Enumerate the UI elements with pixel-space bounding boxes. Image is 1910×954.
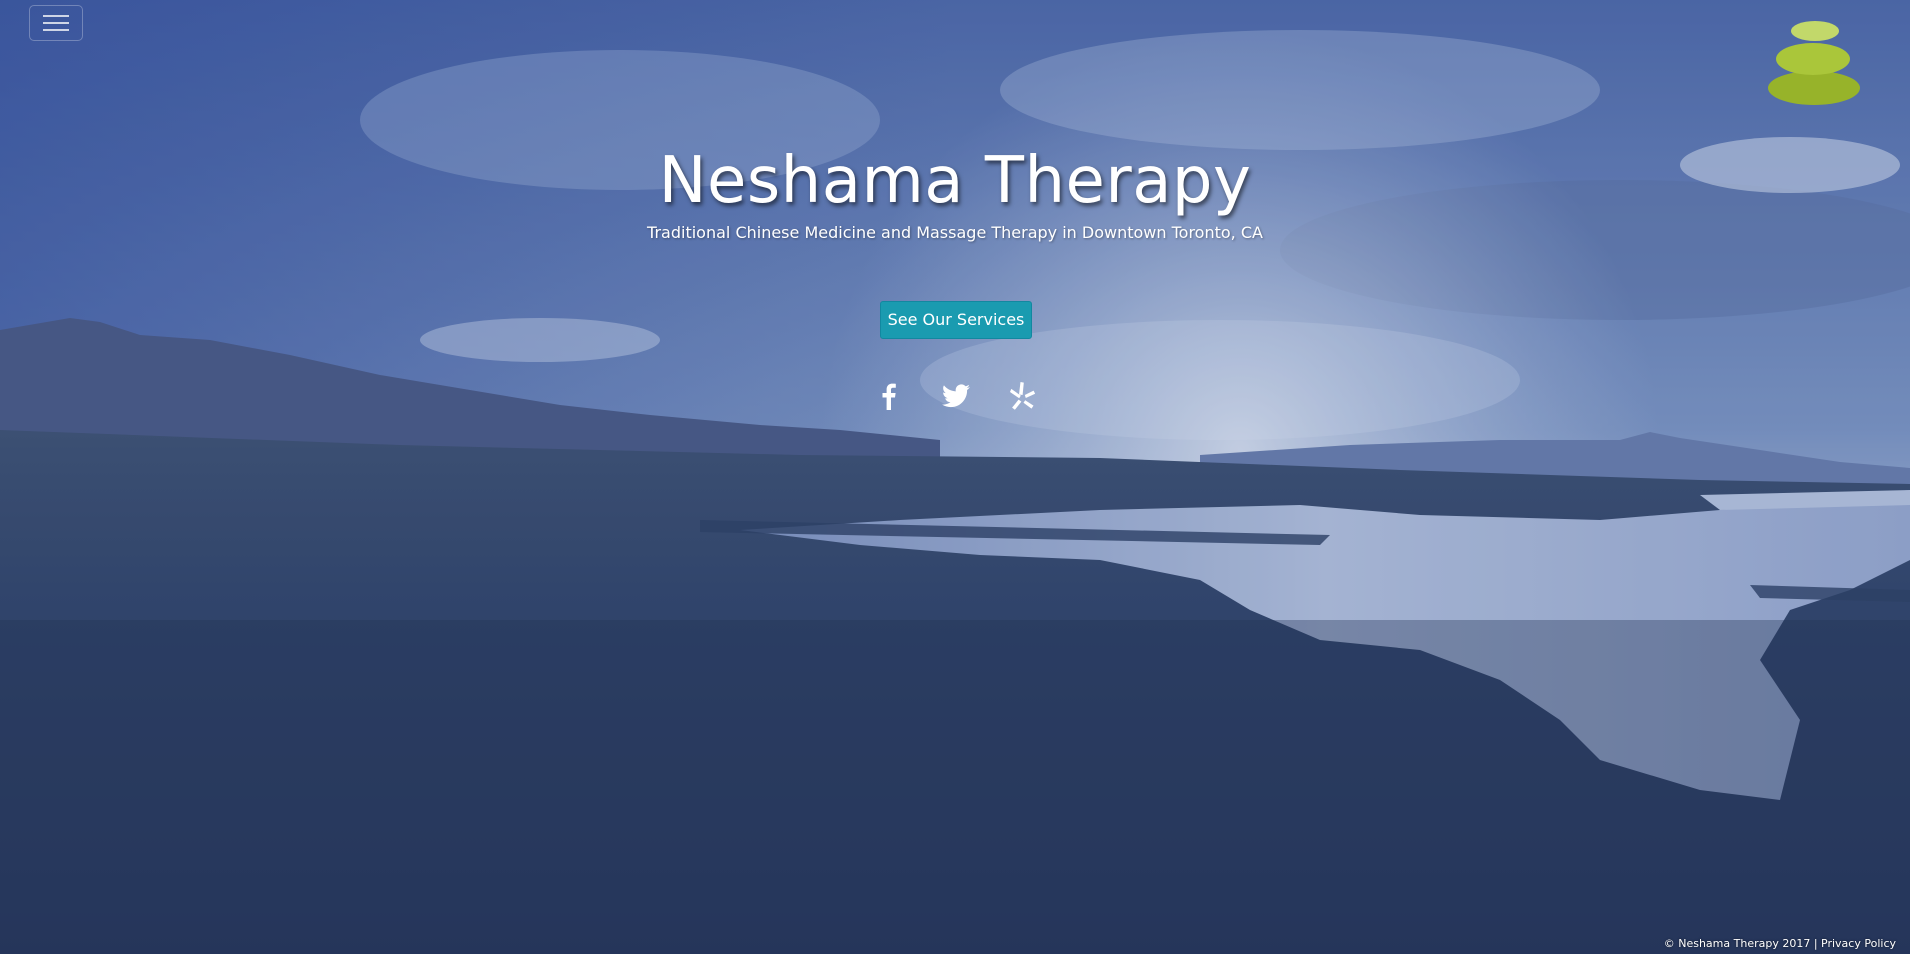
page-title: Neshama Therapy — [658, 144, 1252, 218]
site-logo[interactable] — [1765, 20, 1861, 106]
privacy-policy-link[interactable]: Privacy Policy — [1821, 937, 1896, 950]
social-links — [870, 378, 1042, 414]
footer-separator: | — [1810, 937, 1822, 950]
yelp-icon — [1010, 382, 1036, 410]
footer: © Neshama Therapy 2017 | Privacy Policy — [1664, 937, 1896, 951]
menu-toggle-button[interactable] — [29, 5, 83, 41]
stacked-stones-logo-icon — [1768, 21, 1860, 105]
twitter-icon — [942, 384, 970, 408]
hamburger-icon — [43, 15, 69, 31]
see-our-services-button[interactable]: See Our Services — [880, 301, 1032, 339]
yelp-link[interactable] — [1004, 378, 1040, 414]
facebook-icon — [882, 383, 896, 410]
page-tagline: Traditional Chinese Medicine and Massage… — [647, 223, 1263, 242]
hero-section: Neshama Therapy Traditional Chinese Medi… — [0, 0, 1910, 954]
footer-copyright: © Neshama Therapy 2017 — [1663, 937, 1811, 950]
twitter-link[interactable] — [938, 378, 974, 414]
facebook-link[interactable] — [871, 378, 907, 414]
